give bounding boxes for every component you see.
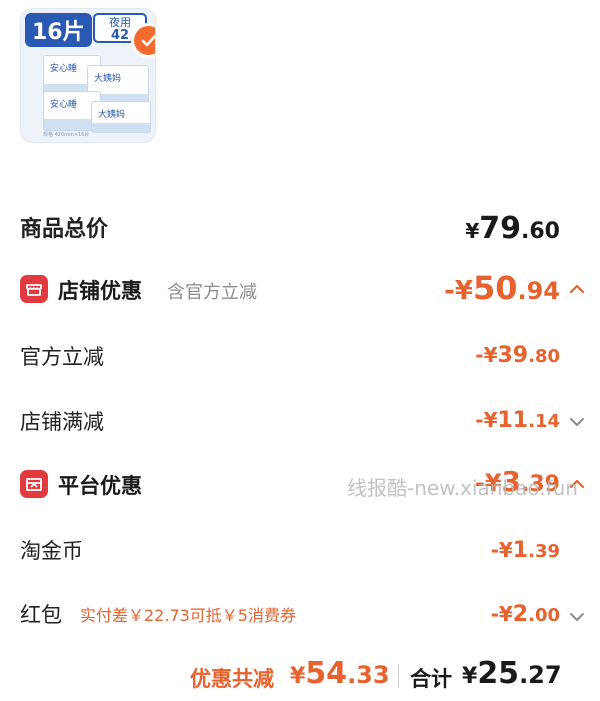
price-decimal: .80 <box>528 346 560 367</box>
total-price-value: ¥79.60 <box>465 211 560 246</box>
selected-check-icon[interactable] <box>131 23 155 58</box>
store-discount-label: 店铺优惠 <box>58 279 142 303</box>
discount-total-value: ¥54.33 <box>290 656 390 691</box>
currency-symbol: -¥ <box>490 602 513 626</box>
platform-discount-label: 平台优惠 <box>58 474 142 498</box>
product-box-title: 安心睡 <box>50 64 78 74</box>
currency-symbol: -¥ <box>444 276 473 306</box>
price-integer: 50 <box>472 269 518 307</box>
official-cut-label: 官方立减 <box>20 345 104 369</box>
store-icon <box>20 275 48 303</box>
total-price-row: 商品总价 ¥79.60 <box>0 203 600 253</box>
grand-total-value: ¥25.27 <box>462 656 562 691</box>
price-decimal: .27 <box>519 661 562 689</box>
price-decimal: .33 <box>347 661 390 689</box>
red-packet-value: -¥2.00 <box>491 602 560 627</box>
currency-symbol: ¥ <box>290 664 306 689</box>
discount-total-label: 优惠共减 <box>190 667 274 691</box>
taojinbi-label: 淘金币 <box>20 539 83 563</box>
platform-icon <box>20 470 48 498</box>
price-decimal: .14 <box>528 411 560 432</box>
price-decimal: .39 <box>528 541 560 562</box>
currency-symbol: -¥ <box>475 343 498 367</box>
chevron-down-icon[interactable] <box>568 608 586 627</box>
currency-symbol: ¥ <box>462 664 478 689</box>
price-integer: 11 <box>497 408 529 433</box>
chevron-down-icon[interactable] <box>568 413 586 432</box>
currency-symbol: -¥ <box>475 408 498 432</box>
currency-symbol: ¥ <box>465 219 480 243</box>
product-box-image: 大姨妈 <box>91 101 151 133</box>
divider <box>398 664 399 688</box>
store-discount-sub: 含官方立减 <box>167 282 257 303</box>
product-box-title: 安心睡 <box>50 100 78 110</box>
price-integer: 25 <box>477 656 520 691</box>
chevron-up-icon[interactable] <box>568 280 586 299</box>
pack-count-badge: 16片 <box>25 13 92 47</box>
red-packet-label: 红包 <box>20 603 62 627</box>
total-price-label: 商品总价 <box>20 217 109 242</box>
taojinbi-row: 淘金币 -¥1.39 <box>0 530 600 570</box>
watermark-text: 线报酷-new.xianbao.fun <box>347 476 578 500</box>
store-discount-row[interactable]: 店铺优惠 含官方立减 -¥50.94 <box>0 266 600 312</box>
price-integer: 1 <box>512 538 529 563</box>
price-integer: 39 <box>497 343 529 368</box>
order-summary-bar: 优惠共减 ¥54.33 合计 ¥25.27 <box>0 650 600 701</box>
taojinbi-value: -¥1.39 <box>491 538 560 563</box>
price-decimal: .00 <box>528 605 560 626</box>
product-thumbnail[interactable]: 安心睡 大姨妈 安心睡 大姨妈 16片 夜用 42 规格 420mm×16片 <box>20 8 156 143</box>
official-cut-value: -¥39.80 <box>475 343 560 368</box>
store-full-cut-value: -¥11.14 <box>475 408 560 433</box>
price-decimal: .60 <box>521 219 560 244</box>
official-cut-row: 官方立减 -¥39.80 <box>0 335 600 375</box>
product-box-title: 大姨妈 <box>94 74 122 84</box>
currency-symbol: -¥ <box>490 538 513 562</box>
red-packet-note: 实付差￥22.73可抵￥5消费券 <box>80 606 296 625</box>
store-full-cut-label: 店铺满减 <box>20 410 104 434</box>
price-integer: 54 <box>305 656 348 691</box>
product-box-title: 大姨妈 <box>98 110 126 120</box>
store-full-cut-row[interactable]: 店铺满减 -¥11.14 <box>0 400 600 440</box>
price-decimal: .94 <box>517 277 560 305</box>
grand-total-label: 合计 <box>410 667 452 691</box>
product-spec-text: 规格 420mm×16片 <box>43 132 90 138</box>
store-discount-value: -¥50.94 <box>444 269 560 307</box>
price-integer: 2 <box>512 602 529 627</box>
price-integer: 79 <box>479 211 522 246</box>
